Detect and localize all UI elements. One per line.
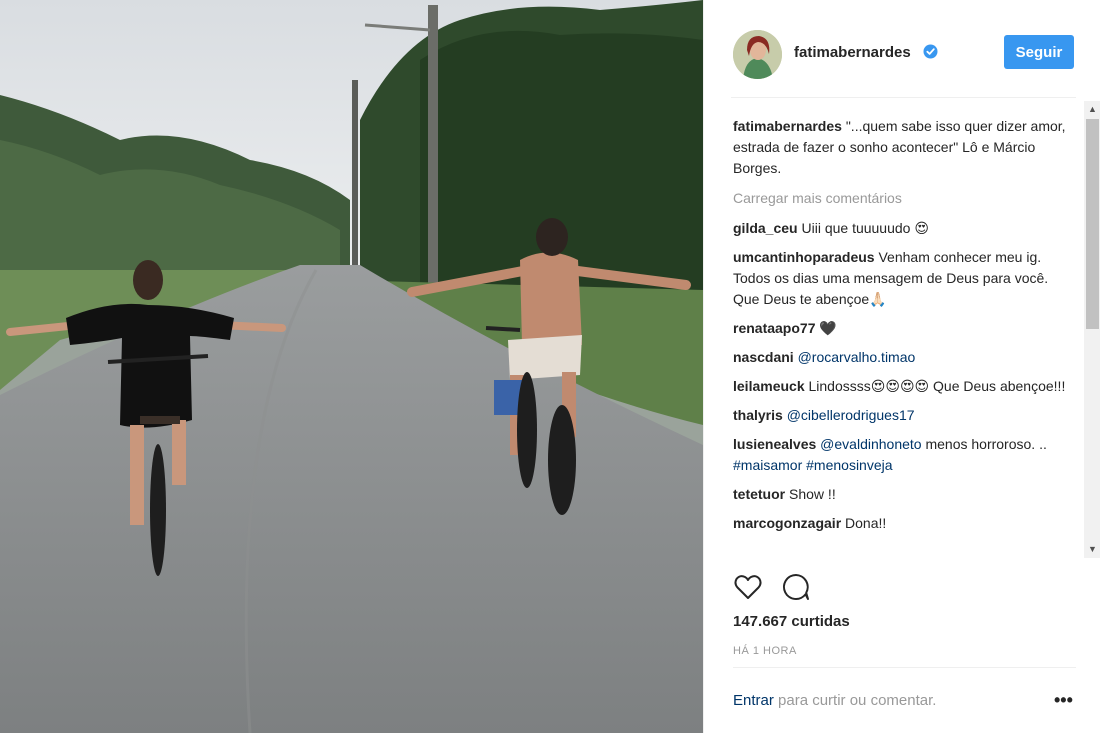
comment-item: leilameuck Lindossss😍😍😍😍 Que Deus abenço…	[733, 376, 1078, 397]
footer-divider	[733, 667, 1076, 668]
scroll-up-arrow-icon[interactable]: ▲	[1084, 101, 1100, 118]
post-timestamp: HÁ 1 HORA	[733, 645, 797, 657]
comment-container: gilda_ceu Uiii que tuuuuudo 😍 umcantinhop…	[733, 218, 1078, 534]
comment-item: thalyris @cibellerodrigues17	[733, 405, 1078, 426]
post-photo	[0, 0, 703, 733]
comment-text: Show !!	[789, 486, 836, 502]
load-more-comments-link[interactable]: Carregar mais comentários	[733, 188, 1078, 209]
more-options-icon[interactable]: •••	[1054, 690, 1073, 711]
comment-text: 🖤	[819, 320, 837, 336]
comment-text: menos horroroso. ..	[921, 436, 1047, 452]
likes-count[interactable]: 147.667 curtidas	[733, 613, 850, 630]
comment-item: gilda_ceu Uiii que tuuuuudo 😍	[733, 218, 1078, 239]
post-side-panel: fatimabernardes Seguir fatimabernardes "…	[703, 0, 1100, 733]
scrollbar-thumb[interactable]	[1086, 119, 1099, 329]
comment-item: marcogonzagair Dona!!	[733, 513, 1078, 534]
comment-username[interactable]: thalyris	[733, 407, 783, 423]
author-username[interactable]: fatimabernardes	[794, 44, 911, 61]
comment-username[interactable]: lusienealves	[733, 436, 816, 452]
comment-username[interactable]: umcantinhoparadeus	[733, 249, 875, 265]
comment-mention-link[interactable]: #maisamor	[733, 457, 802, 473]
comment-item: nascdani @rocarvalho.timao	[733, 347, 1078, 368]
comment-item: umcantinhoparadeus Venham conhecer meu i…	[733, 247, 1078, 310]
login-prompt: Entrar para curtir ou comentar.	[733, 692, 936, 709]
comment-mention-link[interactable]: #menosinveja	[806, 457, 892, 473]
verified-badge-icon	[923, 44, 938, 59]
comment-username[interactable]: gilda_ceu	[733, 220, 798, 236]
comment-username[interactable]: renataapo77	[733, 320, 815, 336]
comment-username[interactable]: leilameuck	[733, 378, 805, 394]
comment-text: Uiii que tuuuuudo 😍	[801, 220, 929, 236]
comment-bubble-icon[interactable]	[781, 572, 811, 602]
scroll-down-arrow-icon[interactable]: ▼	[1084, 541, 1100, 558]
comment-item: tetetuor Show !!	[733, 484, 1078, 505]
heart-icon[interactable]	[733, 572, 763, 602]
comment-text: Lindossss😍😍😍😍 Que Deus abençoe!!!	[808, 378, 1066, 394]
avatar[interactable]	[733, 30, 782, 79]
comment-text: Dona!!	[845, 515, 887, 531]
comment-username[interactable]: nascdani	[733, 349, 794, 365]
comment-username[interactable]: tetetuor	[733, 486, 785, 502]
comment-mention-link[interactable]: @cibellerodrigues17	[787, 407, 915, 423]
login-link[interactable]: Entrar	[733, 692, 774, 709]
caption: fatimabernardes "...quem sabe isso quer …	[733, 116, 1078, 179]
comment-mention-link[interactable]: @evaldinhoneto	[820, 436, 921, 452]
header-divider	[731, 97, 1076, 98]
comment-item: renataapo77 🖤	[733, 318, 1078, 339]
post-header: fatimabernardes Seguir	[704, 4, 1100, 100]
comment-username[interactable]: marcogonzagair	[733, 515, 841, 531]
caption-username[interactable]: fatimabernardes	[733, 118, 842, 134]
comment-mention-link[interactable]: @rocarvalho.timao	[798, 349, 916, 365]
follow-button[interactable]: Seguir	[1004, 35, 1074, 69]
comment-item: lusienealves @evaldinhoneto menos horror…	[733, 434, 1078, 476]
comments-list: fatimabernardes "...quem sabe isso quer …	[733, 108, 1078, 560]
comments-scrollbar[interactable]: ▲ ▼	[1084, 101, 1100, 558]
login-prompt-text: para curtir ou comentar.	[773, 692, 937, 709]
